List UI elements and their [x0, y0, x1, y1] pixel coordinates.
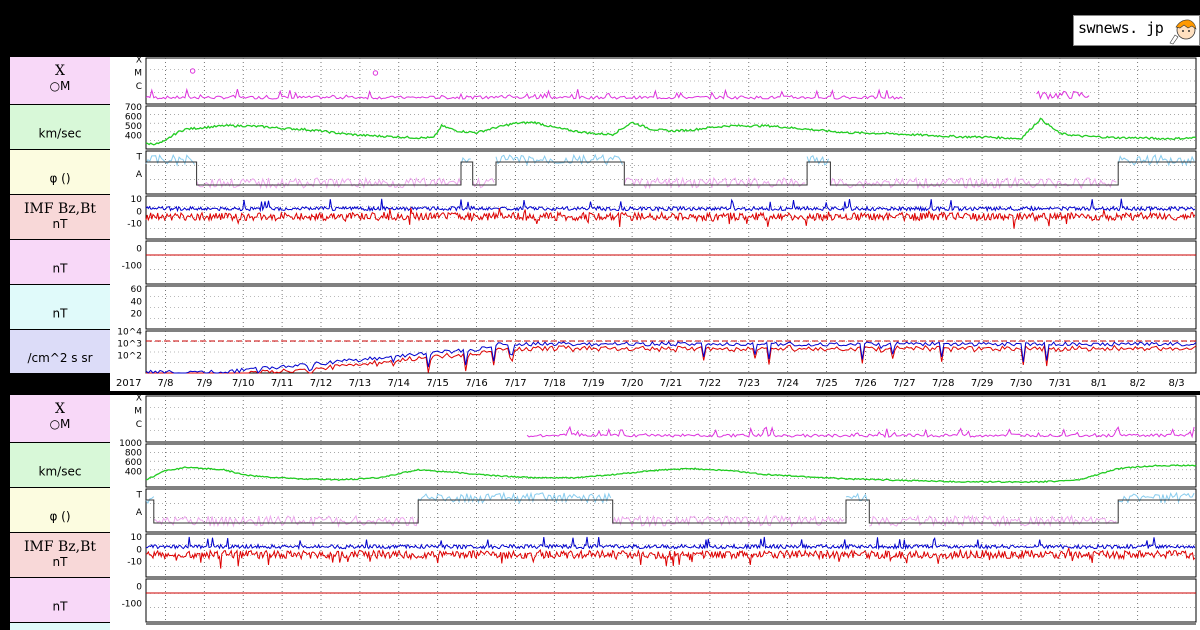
tick-label: 0 [136, 545, 142, 555]
date-tick-label: 7/30 [1010, 378, 1032, 389]
date-tick-label: 7/16 [465, 378, 487, 389]
tick-label: C [136, 420, 142, 430]
panel-1: X○MXMCkm/sec700600500400φ ()TAIMF Bz,Btn… [10, 56, 1200, 391]
date-tick-label: 7/28 [932, 378, 954, 389]
row-label-unit: nT [53, 217, 69, 231]
date-tick-label: 7/9 [196, 378, 212, 389]
tick-label: X [136, 56, 142, 66]
tick-label: -100 [122, 262, 143, 272]
tick-label: 0 [136, 582, 142, 592]
row-label-cell [10, 623, 110, 630]
swnews-logo[interactable]: swnews. jp [1073, 15, 1200, 46]
tick-label: 1000 [119, 439, 142, 449]
row-label-unit: nT [53, 262, 69, 276]
tick-label: 10 [131, 195, 143, 205]
tick-label: M [134, 69, 142, 79]
panel-background [110, 395, 1200, 623]
row-label-unit: ○M [50, 417, 71, 431]
tick-label: T [136, 491, 143, 501]
date-tick-label: 7/29 [971, 378, 993, 389]
tick-label: C [136, 82, 142, 92]
date-tick-label: 7/11 [271, 378, 293, 389]
date-tick-label: 7/20 [621, 378, 643, 389]
date-tick-label: 8/2 [1130, 378, 1146, 389]
logo-text: swnews. jp [1078, 19, 1164, 37]
tick-label: 60 [131, 285, 143, 295]
tick-label: 700 [125, 103, 142, 113]
tick-label: -10 [127, 558, 142, 568]
tick-label: 20 [131, 310, 143, 320]
row-label-title: X [55, 401, 65, 417]
row-label-unit: φ () [49, 510, 70, 524]
date-tick-label: 7/22 [699, 378, 721, 389]
tick-label: 40 [131, 297, 143, 307]
space-weather-charts: X○MXMCkm/sec700600500400φ ()TAIMF Bz,Btn… [10, 56, 1200, 630]
row-label-title: X [55, 63, 65, 79]
date-tick-label: 7/10 [232, 378, 254, 389]
date-tick-label: 7/31 [1049, 378, 1071, 389]
row-label-unit: nT [53, 555, 69, 569]
tick-label: 10^2 [117, 352, 142, 362]
tick-label: 10^3 [117, 340, 142, 350]
tick-label: X [136, 394, 142, 404]
date-tick-label: 7/17 [504, 378, 526, 389]
date-tick-label: 7/8 [157, 378, 173, 389]
date-tick-label: 7/24 [776, 378, 798, 389]
tick-label: 10 [131, 533, 143, 543]
panel-2: X○MXMCkm/sec1000800600400φ ()TAIMF Bz,Bt… [10, 394, 1200, 623]
row-label-title: IMF Bz,Bt [24, 539, 96, 555]
year-label: 2017 [116, 378, 141, 389]
date-tick-label: 7/18 [543, 378, 565, 389]
tick-label: 600 [125, 458, 142, 468]
date-tick-label: 7/27 [893, 378, 915, 389]
date-tick-label: 7/14 [388, 378, 410, 389]
date-tick-label: 8/3 [1169, 378, 1185, 389]
tick-label: 0 [136, 244, 142, 254]
row-label-unit: nT [53, 307, 69, 321]
date-tick-label: 8/1 [1091, 378, 1107, 389]
tick-label: -10 [127, 220, 142, 230]
row-label-unit: ○M [50, 79, 71, 93]
date-tick-label: 7/26 [854, 378, 876, 389]
tick-label: 10^4 [117, 328, 142, 338]
date-tick-label: 7/19 [582, 378, 604, 389]
tick-label: 600 [125, 112, 142, 122]
date-tick-label: 7/12 [310, 378, 332, 389]
mascot-icon [1169, 19, 1197, 45]
row-label-unit: km/sec [39, 127, 82, 141]
row-label-title: IMF Bz,Bt [24, 201, 96, 217]
tick-label: 400 [125, 468, 142, 478]
date-tick-label: 7/15 [426, 378, 448, 389]
tick-label: A [136, 170, 143, 180]
row-label-unit: km/sec [39, 465, 82, 479]
tick-label: A [136, 508, 143, 518]
tick-label: 400 [125, 131, 142, 141]
tick-label: M [134, 407, 142, 417]
tick-label: 0 [136, 207, 142, 217]
tick-label: T [136, 153, 143, 163]
tick-label: 800 [125, 448, 142, 458]
row-label-unit: nT [53, 600, 69, 614]
date-tick-label: 7/25 [815, 378, 837, 389]
tick-label: 500 [125, 122, 142, 132]
tick-label: -100 [122, 600, 143, 610]
date-tick-label: 7/13 [349, 378, 371, 389]
row-label-unit: /cm^2 s sr [27, 351, 92, 365]
row-label-unit: φ () [49, 172, 70, 186]
date-tick-label: 7/21 [660, 378, 682, 389]
date-tick-label: 7/23 [738, 378, 760, 389]
